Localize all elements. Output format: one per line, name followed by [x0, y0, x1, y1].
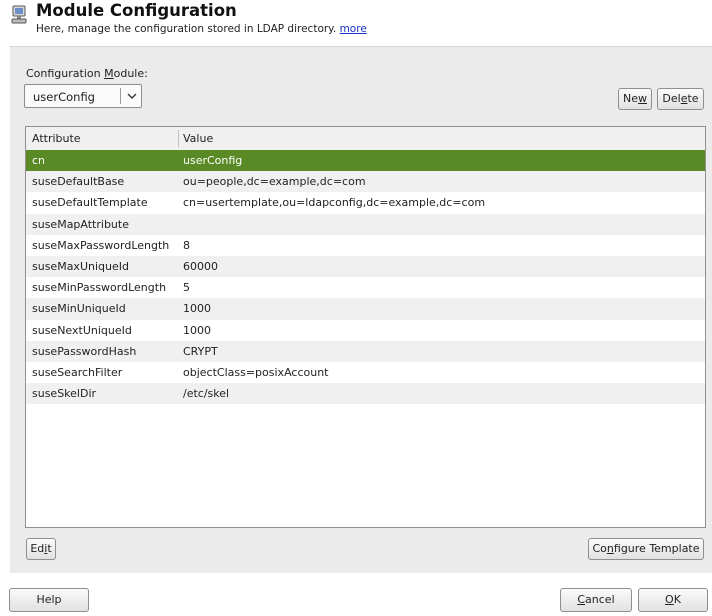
new-button[interactable]: New	[618, 88, 652, 110]
table-row[interactable]: suseMinPasswordLength 5	[26, 277, 705, 298]
table-row[interactable]: susePasswordHash CRYPT	[26, 340, 705, 362]
table-row[interactable]: suseMaxPasswordLength 8	[26, 235, 705, 256]
value-cell: ou=people,dc=example,dc=com	[183, 175, 366, 189]
value-cell: cn=usertemplate,ou=ldapconfig,dc=example…	[183, 196, 486, 210]
value-cell: 5	[183, 281, 190, 295]
edit-button[interactable]: Edit	[26, 538, 56, 560]
value-cell: 60000	[183, 259, 218, 273]
value-cell: 8	[183, 238, 190, 252]
computer-icon	[11, 4, 27, 26]
attribute-cell: susePasswordHash	[32, 344, 137, 358]
attribute-cell: suseMaxUniqueId	[32, 259, 129, 273]
value-cell: /etc/skel	[183, 387, 230, 401]
attribute-cell: suseMapAttribute	[32, 217, 129, 231]
value-cell: 1000	[183, 323, 211, 337]
ok-button[interactable]: OK	[638, 588, 708, 612]
table-row[interactable]: suseMapAttribute	[26, 213, 705, 235]
attribute-cell: suseDefaultTemplate	[32, 196, 148, 210]
more-link[interactable]: more	[340, 23, 367, 35]
table-row[interactable]: suseDefaultTemplate cn=usertemplate,ou=ld…	[26, 192, 705, 213]
table-row[interactable]: suseMaxUniqueId 60000	[26, 255, 705, 278]
page-title: Module Configuration	[36, 1, 237, 20]
value-cell: userConfig	[183, 154, 243, 167]
table-body: cn userConfig suseDefaultBase ou=people,dc=…	[26, 150, 705, 405]
column-divider[interactable]	[178, 130, 179, 147]
combobox-separator	[120, 88, 121, 104]
table-row[interactable]: suseMinUniqueId 1000	[26, 298, 705, 320]
table-row[interactable]: suseSkelDir/etc/skel	[26, 383, 705, 405]
delete-button[interactable]: Delete	[657, 88, 704, 110]
attribute-cell: suseMinUniqueId	[32, 302, 126, 316]
table-header: Attribute Value	[26, 127, 705, 151]
attribute-cell: suseSearchFilter	[32, 365, 123, 379]
table-row[interactable]: cn userConfig	[26, 150, 705, 172]
chevron-down-icon[interactable]	[125, 89, 139, 103]
combobox-selected-value: userConfig	[33, 90, 95, 104]
page-subtitle: Here, manage the configuration stored in…	[36, 23, 367, 35]
column-header-value[interactable]: Value	[183, 132, 213, 145]
value-cell: objectClass=posixAccount	[183, 365, 329, 379]
column-header-attribute[interactable]: Attribute	[32, 132, 81, 145]
configuration-module-combobox[interactable]: userConfig	[24, 84, 142, 108]
attribute-cell: suseMinPasswordLength	[32, 281, 167, 295]
configure-template-button[interactable]: Configure Template	[588, 538, 704, 560]
table-row[interactable]: suseNextUniqueId 1000	[26, 320, 705, 341]
attribute-cell: suseMaxPasswordLength	[32, 238, 170, 252]
help-button[interactable]: Help	[9, 588, 89, 612]
configuration-module-label: Configuration Module:	[26, 67, 148, 80]
cancel-button[interactable]: Cancel	[560, 588, 632, 612]
table-row[interactable]: suseDefaultBase ou=people,dc=example,dc=c…	[26, 171, 705, 193]
attribute-cell: suseNextUniqueId	[32, 323, 132, 337]
attribute-cell: suseDefaultBase	[32, 175, 125, 189]
subtitle-text: Here, manage the configuration stored in…	[36, 23, 337, 35]
attribute-cell: suseSkelDir	[32, 387, 97, 401]
attribute-table[interactable]: Attribute Value cn userConfig suseDefaultB…	[25, 126, 706, 528]
table-row[interactable]: suseSearchFilter objectClass=posixAccount	[26, 362, 705, 383]
value-cell: CRYPT	[183, 344, 218, 358]
value-cell: 1000	[183, 302, 211, 316]
attribute-cell: cn	[32, 154, 46, 167]
